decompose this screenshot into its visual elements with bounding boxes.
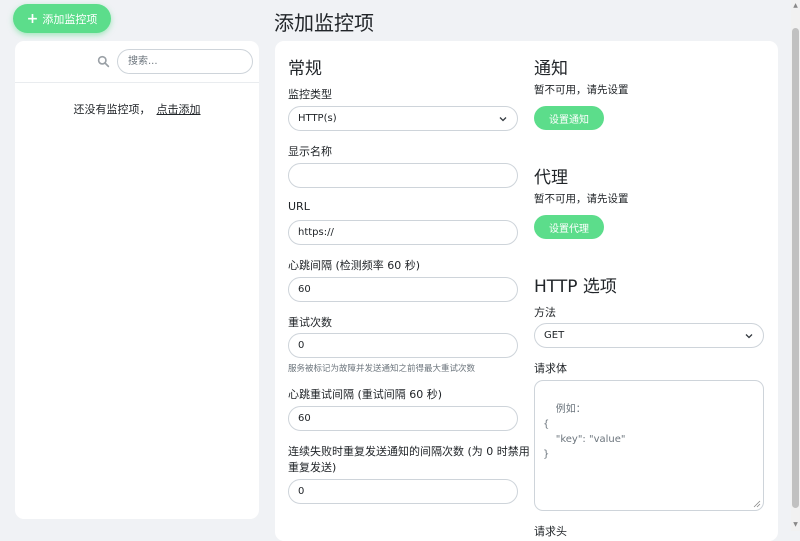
resend-label-line1: 连续失败时重复发送通知的间隔次数 (为 0 时禁用 bbox=[288, 445, 530, 458]
url-value: https:// bbox=[298, 227, 334, 238]
resend-label-line2: 重复发送) bbox=[288, 461, 337, 474]
empty-list-message: 还没有监控项， 点击添加 bbox=[15, 101, 259, 117]
display-name-label: 显示名称 bbox=[288, 145, 332, 158]
url-label: URL bbox=[288, 200, 310, 213]
headers-label: 请求头 bbox=[534, 525, 567, 538]
monitor-type-value: HTTP(s) bbox=[298, 113, 337, 124]
notifications-heading: 通知 bbox=[534, 59, 568, 79]
monitor-form-panel: 常规 监控类型 HTTP(s) 显示名称 URL https:// 心跳间隔 (… bbox=[275, 41, 778, 541]
notifications-status: 暂不可用，请先设置 bbox=[534, 84, 629, 96]
resend-interval-value: 0 bbox=[298, 486, 305, 497]
empty-list-text: 还没有监控项， bbox=[73, 103, 151, 116]
search-input[interactable] bbox=[117, 49, 253, 74]
retry-interval-value: 60 bbox=[298, 413, 311, 424]
chevron-down-icon bbox=[745, 333, 753, 338]
monitor-list-panel: 还没有监控项， 点击添加 bbox=[15, 41, 259, 519]
url-input[interactable]: https:// bbox=[288, 220, 518, 245]
retries-label: 重试次数 bbox=[288, 316, 332, 329]
http-options-heading: HTTP 选项 bbox=[534, 277, 617, 297]
method-label: 方法 bbox=[534, 306, 556, 319]
proxy-heading: 代理 bbox=[534, 168, 568, 188]
search-bar bbox=[15, 41, 259, 83]
body-label: 请求体 bbox=[534, 362, 567, 375]
retries-help-text: 服务被标记为故障并发送通知之前得最大重试次数 bbox=[288, 364, 476, 374]
chevron-down-icon bbox=[499, 116, 507, 121]
page-scrollbar[interactable]: ▲ ▼ bbox=[791, 0, 800, 531]
page-title: 添加监控项 bbox=[274, 11, 374, 35]
setup-proxy-button[interactable]: 设置代理 bbox=[534, 215, 604, 239]
display-name-input[interactable] bbox=[288, 163, 518, 188]
request-body-textarea[interactable]: 例如： { "key": "value" } bbox=[534, 380, 764, 511]
resize-grip-icon[interactable] bbox=[753, 500, 761, 508]
interval-label: 心跳间隔 (检测频率 60 秒) bbox=[288, 259, 421, 272]
retry-interval-input[interactable]: 60 bbox=[288, 406, 518, 431]
general-heading: 常规 bbox=[288, 59, 322, 79]
interval-value: 60 bbox=[298, 284, 311, 295]
scroll-down-icon[interactable]: ▼ bbox=[792, 521, 799, 529]
search-icon bbox=[97, 55, 110, 68]
monitor-type-label: 监控类型 bbox=[288, 88, 332, 101]
add-monitor-button[interactable]: + 添加监控项 bbox=[13, 4, 111, 33]
method-select[interactable]: GET bbox=[534, 323, 764, 348]
monitor-type-select[interactable]: HTTP(s) bbox=[288, 106, 518, 131]
plus-icon: + bbox=[26, 10, 39, 27]
retries-value: 0 bbox=[298, 340, 305, 351]
request-body-placeholder: 例如： { "key": "value" } bbox=[543, 404, 626, 460]
scrollbar-thumb[interactable] bbox=[792, 28, 799, 508]
proxy-status: 暂不可用，请先设置 bbox=[534, 193, 629, 205]
retry-interval-label: 心跳重试间隔 (重试间隔 60 秒) bbox=[288, 388, 443, 401]
scroll-up-icon[interactable]: ▲ bbox=[792, 2, 799, 10]
retries-input[interactable]: 0 bbox=[288, 333, 518, 358]
resend-interval-input[interactable]: 0 bbox=[288, 479, 518, 504]
interval-input[interactable]: 60 bbox=[288, 277, 518, 302]
add-monitor-link[interactable]: 点击添加 bbox=[157, 103, 201, 116]
add-monitor-label: 添加监控项 bbox=[42, 12, 98, 26]
method-value: GET bbox=[544, 330, 565, 341]
setup-notification-button[interactable]: 设置通知 bbox=[534, 106, 604, 130]
